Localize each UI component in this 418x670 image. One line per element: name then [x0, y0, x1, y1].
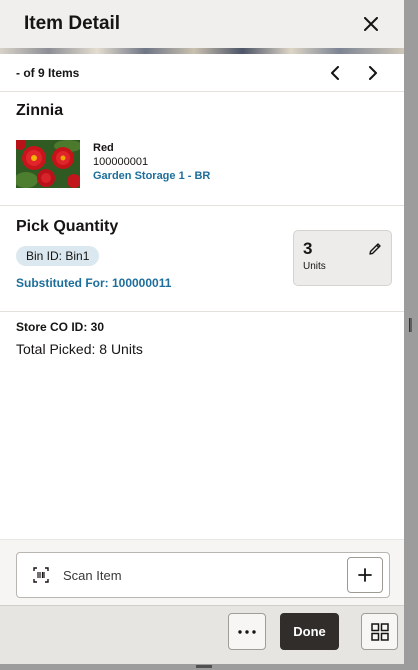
more-icon [238, 629, 256, 634]
plus-icon [358, 568, 372, 582]
product-row: Red 100000001 Garden Storage 1 - BR [16, 140, 388, 188]
scan-item-input[interactable]: Scan Item [16, 552, 390, 598]
next-item-button[interactable] [364, 64, 382, 82]
bottom-resize-handle[interactable] [196, 665, 212, 668]
edit-quantity-button[interactable] [367, 241, 383, 257]
store-co-id: Store CO ID: 30 [16, 320, 105, 334]
footer-toolbar: Done [0, 605, 404, 664]
product-info: Red 100000001 Garden Storage 1 - BR [93, 141, 210, 188]
chevron-right-icon [369, 65, 377, 80]
product-sku: 100000001 [93, 156, 149, 168]
grid-icon [370, 622, 389, 641]
product-location-link[interactable]: Garden Storage 1 - BR [93, 169, 210, 183]
close-icon [364, 17, 378, 31]
product-section: Zinnia Red 100000001 Garden Storage 1 - … [0, 92, 404, 206]
previous-item-button[interactable] [326, 64, 344, 82]
add-item-button[interactable] [347, 557, 383, 593]
item-counter: - of 9 Items [16, 65, 80, 80]
done-button[interactable]: Done [280, 613, 339, 650]
product-color: Red [93, 142, 114, 154]
header: Item Detail [0, 0, 404, 48]
pencil-icon [369, 243, 381, 255]
barcode-scan-icon [33, 567, 49, 583]
item-detail-panel: Item Detail - of 9 Items Zinnia Red 1000… [0, 0, 404, 664]
side-resize-handle[interactable] [409, 318, 412, 332]
more-actions-button[interactable] [228, 613, 266, 650]
product-image [16, 140, 80, 188]
pick-quantity-section: Pick Quantity Bin ID: Bin1 Substituted F… [0, 206, 404, 312]
grid-view-button[interactable] [361, 613, 398, 650]
bin-id-chip: Bin ID: Bin1 [16, 246, 100, 266]
store-section: Store CO ID: 30 Total Picked: 8 Units [0, 312, 404, 365]
pager-arrows [326, 64, 382, 82]
pager: - of 9 Items [0, 54, 404, 92]
scan-item-label: Scan Item [63, 567, 122, 583]
product-name: Zinnia [16, 102, 64, 119]
quantity-card[interactable]: 3 Units [293, 230, 392, 286]
quantity-unit: Units [303, 261, 326, 272]
page-title: Item Detail [24, 13, 121, 34]
scan-area: Scan Item [0, 539, 404, 605]
total-picked: Total Picked: 8 Units [16, 341, 143, 357]
chevron-left-icon [331, 65, 339, 80]
close-button[interactable] [358, 11, 384, 37]
